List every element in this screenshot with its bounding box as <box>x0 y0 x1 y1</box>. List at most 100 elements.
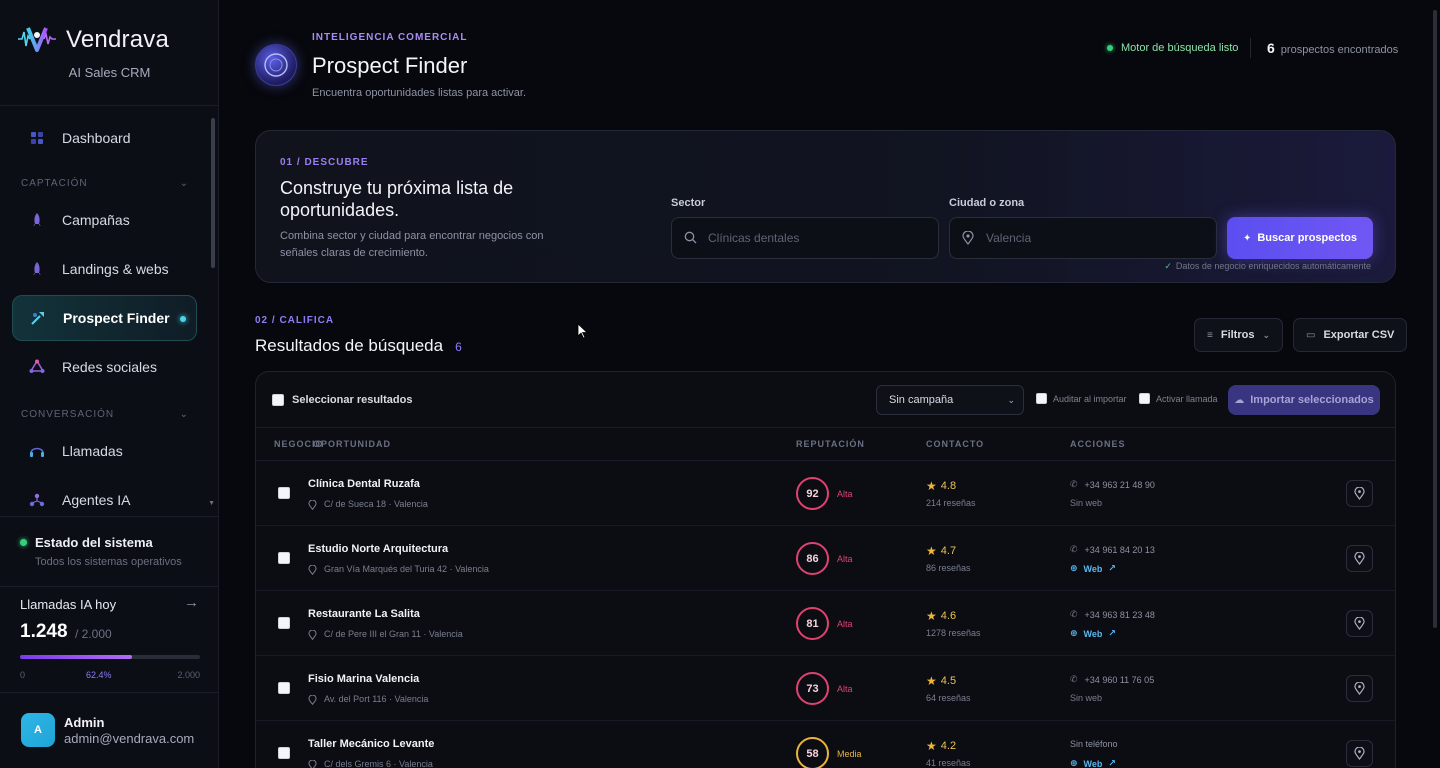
results-toolbar: Seleccionar resultados Sin campaña ⌄ Audi… <box>256 372 1395 428</box>
phone[interactable]: ✆ +34 960 11 76 05 <box>1070 674 1154 685</box>
website[interactable]: ⊕ Web ↗ <box>1070 563 1116 574</box>
location-pin-icon <box>308 564 317 575</box>
location-pin-icon <box>1354 487 1365 500</box>
compass-icon <box>255 44 297 86</box>
sidebar-item-prospect-finder[interactable]: Prospect Finder <box>12 295 197 341</box>
divider <box>1250 38 1251 58</box>
campaign-select[interactable]: Sin campaña ⌄ <box>876 385 1024 415</box>
checkbox[interactable] <box>272 394 284 406</box>
main-scrollbar[interactable] <box>1433 10 1437 628</box>
map-pin-button[interactable] <box>1346 480 1373 507</box>
map-pin-button[interactable] <box>1346 740 1373 767</box>
globe-icon: ⊕ <box>1070 563 1078 573</box>
phone[interactable]: ✆ +34 961 84 20 13 <box>1070 544 1155 555</box>
sidebar-scrollbar[interactable] <box>211 118 215 268</box>
user-email: admin@vendrava.com <box>64 731 195 746</box>
page-title: Prospect Finder <box>312 53 468 78</box>
user-profile[interactable]: A Admin admin@vendrava.com <box>0 692 219 768</box>
search-icon <box>684 231 698 245</box>
results-title: Resultados de búsqueda 6 <box>255 336 462 356</box>
phone-icon: ✆ <box>1070 609 1078 619</box>
sector-input[interactable]: Clínicas dentales <box>671 217 939 259</box>
website[interactable]: ⊕ Web ↗ <box>1070 758 1116 768</box>
website-text: Web <box>1083 758 1103 768</box>
found-count: 6 <box>1267 40 1275 56</box>
chevron-down-icon: ⌄ <box>1007 395 1015 405</box>
col-reputacion: REPUTACIÓN <box>796 439 865 449</box>
select-all-checkbox[interactable]: Seleccionar resultados <box>272 394 412 406</box>
checkbox[interactable] <box>1036 393 1047 404</box>
import-selected-button[interactable]: ☁ Importar seleccionados <box>1228 385 1380 415</box>
search-prospects-button[interactable]: ✦ Buscar prospectos <box>1227 217 1373 259</box>
sidebar-item-dashboard[interactable]: Dashboard <box>12 115 197 161</box>
mouse-cursor-icon <box>577 323 589 339</box>
sidebar-item-agentes[interactable]: Agentes IA <box>12 477 197 516</box>
results-title-text: Resultados de búsqueda <box>255 336 444 355</box>
star-icon: ★ <box>926 674 937 688</box>
row-checkbox[interactable] <box>278 487 290 499</box>
system-status: Estado del sistema Todos los sistemas op… <box>0 516 219 568</box>
map-pin-button[interactable] <box>1346 675 1373 702</box>
phone[interactable]: ✆ +34 963 21 48 90 <box>1070 479 1155 490</box>
website-text: Web <box>1083 628 1103 639</box>
sidebar-item-label: Prospect Finder <box>63 310 170 326</box>
map-pin-button[interactable] <box>1346 545 1373 572</box>
sidebar-item-redes[interactable]: Redes sociales <box>12 344 197 390</box>
reviews-count: 64 reseñas <box>926 693 971 703</box>
rating-value: 4.8 <box>940 480 957 492</box>
checkbox[interactable] <box>1139 393 1150 404</box>
sidebar-item-label: Redes sociales <box>62 359 157 375</box>
website[interactable]: ⊕ Web ↗ <box>1070 628 1116 639</box>
sidebar-item-label: Agentes IA <box>62 492 131 508</box>
row-checkbox[interactable] <box>278 747 290 759</box>
col-acciones: ACCIONES <box>1070 439 1126 449</box>
location-pin-icon <box>308 694 317 705</box>
sidebar-item-landings[interactable]: Landings & webs <box>12 246 197 292</box>
found-label: prospectos encontrados <box>1280 44 1399 56</box>
section-label: CONVERSACIÓN <box>21 409 115 420</box>
phone[interactable]: ✆ +34 963 81 23 48 <box>1070 609 1155 620</box>
enriched-note: ✓ Datos de negocio enriquecidos automátic… <box>1164 261 1371 272</box>
star-icon: ★ <box>926 479 937 493</box>
target-icon <box>29 309 47 327</box>
enriched-note-text: Datos de negocio enriquecidos automática… <box>1175 261 1371 271</box>
address-text: Gran Vía Marqués del Turia 42 · Valencia <box>324 564 489 574</box>
section-label: CAPTACIÓN <box>21 178 88 189</box>
opportunity-score: 73 <box>796 672 829 705</box>
brand: Vendrava AI Sales CRM <box>0 0 218 106</box>
section-captacion[interactable]: CAPTACIÓN ⌄ <box>21 178 189 189</box>
location-pin-icon <box>308 759 317 768</box>
page-eyebrow: INTELIGENCIA COMERCIAL <box>312 32 468 43</box>
row-checkbox[interactable] <box>278 552 290 564</box>
section-conversacion[interactable]: CONVERSACIÓN ⌄ <box>21 409 189 420</box>
check-icon: ✓ <box>1164 261 1172 271</box>
search-button-label: Buscar prospectos <box>1257 232 1358 244</box>
city-input[interactable]: Valencia <box>949 217 1217 259</box>
arrow-right-icon[interactable]: → <box>184 594 199 611</box>
progress-min: 0 <box>20 670 26 680</box>
calls-progress-fill <box>20 655 133 659</box>
agents-icon <box>28 491 46 509</box>
address-text: C/ de Sueca 18 · Valencia <box>324 499 428 509</box>
prospects-found: 6 prospectos encontrados <box>1267 40 1398 56</box>
call-checkbox[interactable]: Activar llamada <box>1139 393 1218 404</box>
scroll-down-arrow-icon[interactable]: ▼ <box>208 500 215 507</box>
discover-title: Construye tu próxima lista de oportunida… <box>280 178 514 220</box>
table-row: Fisio Marina Valencia Av. del Port 116 · … <box>256 656 1395 721</box>
business-name: Fisio Marina Valencia <box>308 673 420 685</box>
rating-value: 4.7 <box>940 545 957 557</box>
sidebar-item-campanas[interactable]: Campañas <box>12 197 197 243</box>
filters-button[interactable]: ≡ Filtros ⌄ <box>1194 318 1284 352</box>
audit-checkbox[interactable]: Auditar al importar <box>1036 393 1127 404</box>
rating: ★ 4.2 <box>926 739 956 753</box>
map-pin-button[interactable] <box>1346 610 1373 637</box>
sidebar-item-llamadas[interactable]: Llamadas <box>12 428 197 474</box>
table-row: Clínica Dental Ruzafa C/ de Sueca 18 · Va… <box>256 461 1395 526</box>
row-checkbox[interactable] <box>278 682 290 694</box>
export-csv-button[interactable]: ▭ Exportar CSV <box>1293 318 1408 352</box>
filters-label: Filtros <box>1220 329 1255 341</box>
row-checkbox[interactable] <box>278 617 290 629</box>
reviews-count: 86 reseñas <box>926 563 971 573</box>
business-address: Gran Vía Marqués del Turia 42 · Valencia <box>308 564 489 575</box>
phone: Sin teléfono <box>1070 739 1118 749</box>
